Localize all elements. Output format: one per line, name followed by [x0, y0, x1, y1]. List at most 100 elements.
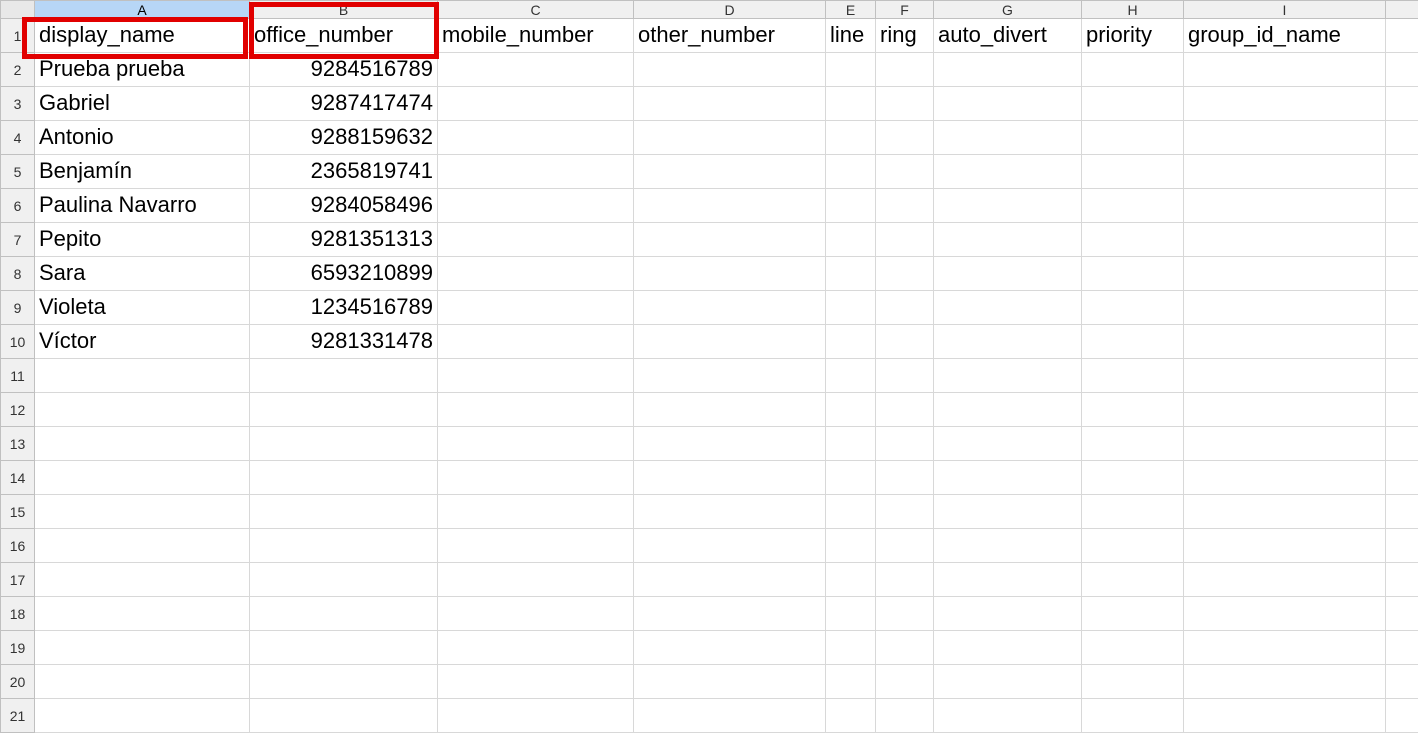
cell-extra-11[interactable] — [1386, 359, 1418, 393]
cell-I2[interactable] — [1184, 53, 1386, 87]
cell-H20[interactable] — [1082, 665, 1184, 699]
cell-H8[interactable] — [1082, 257, 1184, 291]
row-header-11[interactable]: 11 — [1, 359, 35, 393]
cell-B18[interactable] — [250, 597, 438, 631]
cell-E19[interactable] — [826, 631, 876, 665]
cell-extra-21[interactable] — [1386, 699, 1418, 733]
cell-G2[interactable] — [934, 53, 1082, 87]
col-header-F[interactable]: F — [876, 1, 934, 19]
cell-E18[interactable] — [826, 597, 876, 631]
cell-C12[interactable] — [438, 393, 634, 427]
cell-D11[interactable] — [634, 359, 826, 393]
cell-B10[interactable]: 9281331478 — [250, 325, 438, 359]
cell-H10[interactable] — [1082, 325, 1184, 359]
cell-A8[interactable]: Sara — [35, 257, 250, 291]
cell-E5[interactable] — [826, 155, 876, 189]
cell-B17[interactable] — [250, 563, 438, 597]
row-header-12[interactable]: 12 — [1, 393, 35, 427]
cell-F11[interactable] — [876, 359, 934, 393]
cell-A9[interactable]: Violeta — [35, 291, 250, 325]
cell-E20[interactable] — [826, 665, 876, 699]
row-header-13[interactable]: 13 — [1, 427, 35, 461]
row-header-1[interactable]: 1 — [1, 19, 35, 53]
cell-C6[interactable] — [438, 189, 634, 223]
cell-G20[interactable] — [934, 665, 1082, 699]
cell-F14[interactable] — [876, 461, 934, 495]
cell-F9[interactable] — [876, 291, 934, 325]
row-header-20[interactable]: 20 — [1, 665, 35, 699]
cell-C14[interactable] — [438, 461, 634, 495]
cell-G16[interactable] — [934, 529, 1082, 563]
cell-A18[interactable] — [35, 597, 250, 631]
cell-extra-15[interactable] — [1386, 495, 1418, 529]
cell-C8[interactable] — [438, 257, 634, 291]
cell-extra-9[interactable] — [1386, 291, 1418, 325]
cell-A19[interactable] — [35, 631, 250, 665]
row-header-3[interactable]: 3 — [1, 87, 35, 121]
cell-G3[interactable] — [934, 87, 1082, 121]
row-header-7[interactable]: 7 — [1, 223, 35, 257]
cell-C13[interactable] — [438, 427, 634, 461]
cell-extra-10[interactable] — [1386, 325, 1418, 359]
cell-D7[interactable] — [634, 223, 826, 257]
cell-D4[interactable] — [634, 121, 826, 155]
cell-D5[interactable] — [634, 155, 826, 189]
cell-extra-1[interactable] — [1386, 19, 1418, 53]
cell-G12[interactable] — [934, 393, 1082, 427]
cell-extra-3[interactable] — [1386, 87, 1418, 121]
cell-C9[interactable] — [438, 291, 634, 325]
cell-B14[interactable] — [250, 461, 438, 495]
col-header-I[interactable]: I — [1184, 1, 1386, 19]
cell-G1[interactable]: auto_divert — [934, 19, 1082, 53]
cell-C17[interactable] — [438, 563, 634, 597]
cell-B11[interactable] — [250, 359, 438, 393]
cell-extra-7[interactable] — [1386, 223, 1418, 257]
cell-A2[interactable]: Prueba prueba — [35, 53, 250, 87]
cell-B19[interactable] — [250, 631, 438, 665]
cell-A21[interactable] — [35, 699, 250, 733]
cell-F6[interactable] — [876, 189, 934, 223]
cell-E17[interactable] — [826, 563, 876, 597]
cell-A12[interactable] — [35, 393, 250, 427]
cell-A13[interactable] — [35, 427, 250, 461]
cell-C1[interactable]: mobile_number — [438, 19, 634, 53]
cell-A1[interactable]: display_name — [35, 19, 250, 53]
row-header-18[interactable]: 18 — [1, 597, 35, 631]
row-header-19[interactable]: 19 — [1, 631, 35, 665]
cell-A4[interactable]: Antonio — [35, 121, 250, 155]
row-header-2[interactable]: 2 — [1, 53, 35, 87]
cell-C18[interactable] — [438, 597, 634, 631]
cell-C11[interactable] — [438, 359, 634, 393]
cell-D3[interactable] — [634, 87, 826, 121]
cell-I20[interactable] — [1184, 665, 1386, 699]
cell-I21[interactable] — [1184, 699, 1386, 733]
cell-extra-20[interactable] — [1386, 665, 1418, 699]
col-header-G[interactable]: G — [934, 1, 1082, 19]
col-header-C[interactable]: C — [438, 1, 634, 19]
cell-E21[interactable] — [826, 699, 876, 733]
cell-I19[interactable] — [1184, 631, 1386, 665]
col-header-H[interactable]: H — [1082, 1, 1184, 19]
cell-A15[interactable] — [35, 495, 250, 529]
cell-F3[interactable] — [876, 87, 934, 121]
cell-G14[interactable] — [934, 461, 1082, 495]
cell-H17[interactable] — [1082, 563, 1184, 597]
cell-E14[interactable] — [826, 461, 876, 495]
cell-G21[interactable] — [934, 699, 1082, 733]
cell-E4[interactable] — [826, 121, 876, 155]
cell-E11[interactable] — [826, 359, 876, 393]
cell-I1[interactable]: group_id_name — [1184, 19, 1386, 53]
cell-F8[interactable] — [876, 257, 934, 291]
row-header-21[interactable]: 21 — [1, 699, 35, 733]
cell-I7[interactable] — [1184, 223, 1386, 257]
row-header-16[interactable]: 16 — [1, 529, 35, 563]
cell-F2[interactable] — [876, 53, 934, 87]
cell-E6[interactable] — [826, 189, 876, 223]
cell-C16[interactable] — [438, 529, 634, 563]
cell-F15[interactable] — [876, 495, 934, 529]
cell-A5[interactable]: Benjamín — [35, 155, 250, 189]
cell-D20[interactable] — [634, 665, 826, 699]
cell-F21[interactable] — [876, 699, 934, 733]
cell-B1[interactable]: office_number — [250, 19, 438, 53]
cell-D17[interactable] — [634, 563, 826, 597]
